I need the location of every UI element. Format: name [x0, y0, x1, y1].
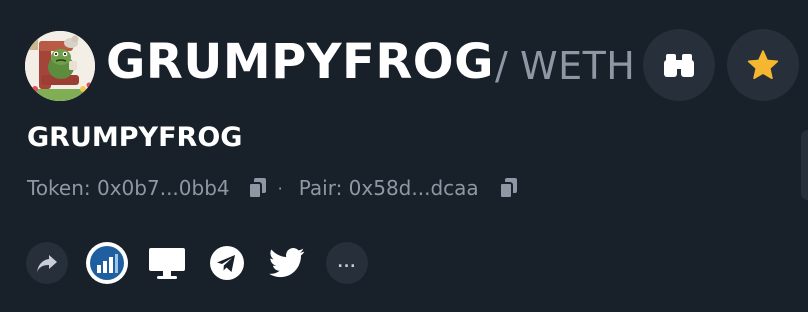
token-address: Token: 0x0b7...0bb4: [27, 176, 230, 200]
bar-chart-logo-icon: [90, 246, 124, 280]
share-icon: [37, 255, 57, 272]
more-links-button[interactable]: ...: [326, 242, 368, 284]
copy-icon: [498, 178, 517, 199]
separator-dot: ·: [277, 178, 283, 198]
favorite-button[interactable]: [727, 29, 799, 101]
pair-separator: /: [495, 44, 508, 88]
token-header: GRUMPYFROG / WETH GRUMPYFROG Token: 0x0b…: [0, 0, 808, 312]
binoculars-icon: [664, 54, 694, 77]
token-avatar: [25, 31, 95, 101]
share-button[interactable]: [26, 242, 68, 284]
copy-pair-address-button[interactable]: [498, 177, 519, 199]
token-symbol-title: GRUMPYFROG: [106, 34, 494, 90]
social-links: ...: [26, 242, 386, 284]
side-panel-edge: [801, 130, 808, 200]
star-icon: [747, 50, 779, 80]
watchlist-button[interactable]: [643, 29, 715, 101]
twitter-link[interactable]: [266, 242, 308, 284]
monitor-icon: [149, 248, 185, 279]
grumpy-frog-image: [25, 31, 95, 101]
telegram-link[interactable]: [206, 242, 248, 284]
token-name: GRUMPYFROG: [27, 122, 243, 153]
website-link[interactable]: [146, 242, 188, 284]
telegram-icon: [210, 246, 244, 280]
more-label: ...: [337, 255, 357, 271]
quote-token-symbol: WETH: [520, 44, 636, 88]
pair-address: Pair: 0x58d...dcaa: [298, 176, 479, 200]
chart-site-link[interactable]: [86, 242, 128, 284]
copy-token-address-button[interactable]: [247, 177, 268, 199]
address-row: Token: 0x0b7...0bb4 · Pair: 0x58d...dcaa: [27, 173, 519, 203]
copy-icon: [247, 178, 266, 199]
twitter-bird-icon: [269, 248, 305, 278]
